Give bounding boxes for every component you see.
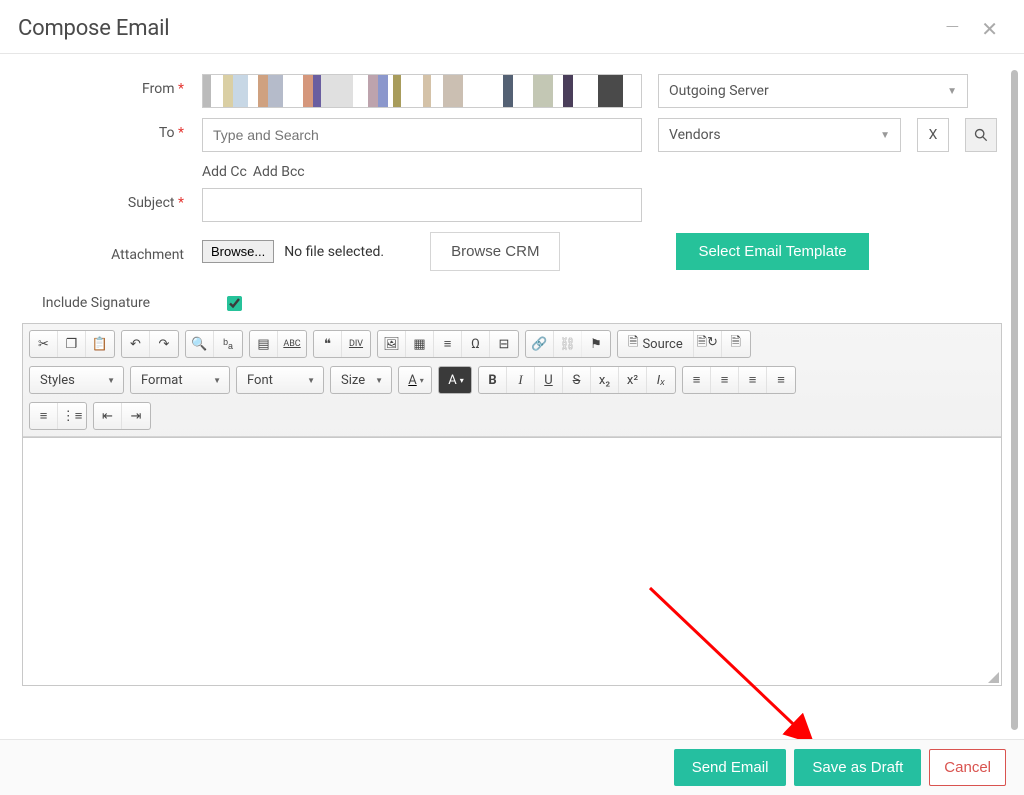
replace-icon[interactable]: ᵇₐ xyxy=(214,331,242,357)
redo-icon[interactable]: ↷ xyxy=(150,331,178,357)
modal-header: Compose Email — ✕ xyxy=(0,0,1024,54)
image-icon[interactable]: 🖼 xyxy=(378,331,406,357)
save-as-draft-button[interactable]: Save as Draft xyxy=(794,749,921,786)
form-body: From * Outgoing Server ▼ To * Vendors ▼ … xyxy=(0,54,1024,686)
spellcheck-icon[interactable]: ABC xyxy=(278,331,306,357)
bold-icon[interactable]: B xyxy=(479,367,507,393)
modal-title: Compose Email xyxy=(18,16,169,41)
table-icon[interactable]: ▦ xyxy=(406,331,434,357)
align-center-icon[interactable]: ≡ xyxy=(711,367,739,393)
cancel-button[interactable]: Cancel xyxy=(929,749,1006,786)
superscript-icon[interactable]: x² xyxy=(619,367,647,393)
blockquote-icon[interactable]: ❝ xyxy=(314,331,342,357)
numbered-list-icon[interactable]: ≡ xyxy=(30,403,58,429)
align-right-icon[interactable]: ≡ xyxy=(739,367,767,393)
source-button[interactable]: 🗎 Source xyxy=(618,331,694,357)
search-icon xyxy=(974,128,988,142)
paste-icon[interactable]: 📋 xyxy=(86,331,114,357)
remove-format-icon[interactable]: Iₓ xyxy=(647,367,675,393)
window-controls: — ✕ xyxy=(945,17,1004,41)
editor-content-area[interactable] xyxy=(23,437,1001,685)
rich-text-editor: ✂ ❐ 📋 ↶ ↷ 🔍 ᵇₐ ▤ ABC ❝ DIV 🖼 ▦ xyxy=(22,323,1002,686)
special-char-icon[interactable]: Ω xyxy=(462,331,490,357)
undo-icon[interactable]: ↶ xyxy=(122,331,150,357)
copy-icon[interactable]: ❐ xyxy=(58,331,86,357)
size-dropdown[interactable]: Size▼ xyxy=(330,366,392,394)
anchor-icon[interactable]: ⚑ xyxy=(582,331,610,357)
modal-footer: Send Email Save as Draft Cancel xyxy=(0,739,1024,795)
clear-button[interactable]: X xyxy=(917,118,949,152)
indent-icon[interactable]: ⇥ xyxy=(122,403,150,429)
unlink-icon[interactable]: ⛓ xyxy=(554,331,582,357)
search-button[interactable] xyxy=(965,118,997,152)
select-value: Outgoing Server xyxy=(669,83,769,99)
include-signature-checkbox[interactable] xyxy=(227,296,242,311)
subject-input[interactable] xyxy=(202,188,642,222)
subject-label: Subject * xyxy=(22,188,202,211)
styles-dropdown[interactable]: Styles▼ xyxy=(29,366,124,394)
font-dropdown[interactable]: Font▼ xyxy=(236,366,324,394)
text-color-dropdown[interactable]: A▾ xyxy=(398,366,432,394)
align-justify-icon[interactable]: ≡ xyxy=(767,367,795,393)
from-input[interactable] xyxy=(202,74,642,108)
attachment-label: Attachment xyxy=(22,240,202,263)
div-icon[interactable]: DIV xyxy=(342,331,370,357)
from-label: From * xyxy=(22,74,202,97)
italic-icon[interactable]: I xyxy=(507,367,535,393)
align-left-icon[interactable]: ≡ xyxy=(683,367,711,393)
bg-color-dropdown[interactable]: A▾ xyxy=(438,366,472,394)
link-icon[interactable]: 🔗 xyxy=(526,331,554,357)
add-bcc-link[interactable]: Add Bcc xyxy=(253,164,305,180)
select-value: Vendors xyxy=(669,127,721,143)
templates-icon[interactable]: 🗎 xyxy=(722,331,750,357)
format-dropdown[interactable]: Format▼ xyxy=(130,366,230,394)
search-editor-icon[interactable]: 🔍 xyxy=(186,331,214,357)
to-input[interactable] xyxy=(202,118,642,152)
browse-file-button[interactable]: Browse... xyxy=(202,240,274,263)
include-signature-label: Include Signature xyxy=(42,295,150,311)
underline-icon[interactable]: U xyxy=(535,367,563,393)
select-all-icon[interactable]: ▤ xyxy=(250,331,278,357)
vendors-select[interactable]: Vendors ▼ xyxy=(658,118,901,152)
browse-crm-button[interactable]: Browse CRM xyxy=(430,232,560,271)
send-email-button[interactable]: Send Email xyxy=(674,749,787,786)
cc-bcc-row: Add Cc Add Bcc xyxy=(202,162,1002,188)
hr-icon[interactable]: ≡ xyxy=(434,331,462,357)
bullet-list-icon[interactable]: ⋮≡ xyxy=(58,403,86,429)
chevron-down-icon: ▼ xyxy=(880,130,890,141)
minimize-icon[interactable]: — xyxy=(945,17,959,41)
no-file-text: No file selected. xyxy=(284,244,384,260)
strike-icon[interactable]: S xyxy=(563,367,591,393)
chevron-down-icon: ▼ xyxy=(947,86,957,97)
add-cc-link[interactable]: Add Cc xyxy=(202,164,247,180)
outgoing-server-select[interactable]: Outgoing Server ▼ xyxy=(658,74,968,108)
subscript-icon[interactable]: x₂ xyxy=(591,367,619,393)
editor-toolbar: ✂ ❐ 📋 ↶ ↷ 🔍 ᵇₐ ▤ ABC ❝ DIV 🖼 ▦ xyxy=(23,324,1001,437)
to-label: To * xyxy=(22,118,202,141)
resize-grip-icon[interactable] xyxy=(988,672,999,683)
close-icon[interactable]: ✕ xyxy=(981,17,998,41)
outdent-icon[interactable]: ⇤ xyxy=(94,403,122,429)
cut-icon[interactable]: ✂ xyxy=(30,331,58,357)
pagebreak-icon[interactable]: ⊟ xyxy=(490,331,518,357)
select-email-template-button[interactable]: Select Email Template xyxy=(676,233,868,270)
preview-icon[interactable]: 🗎↻ xyxy=(694,331,722,357)
